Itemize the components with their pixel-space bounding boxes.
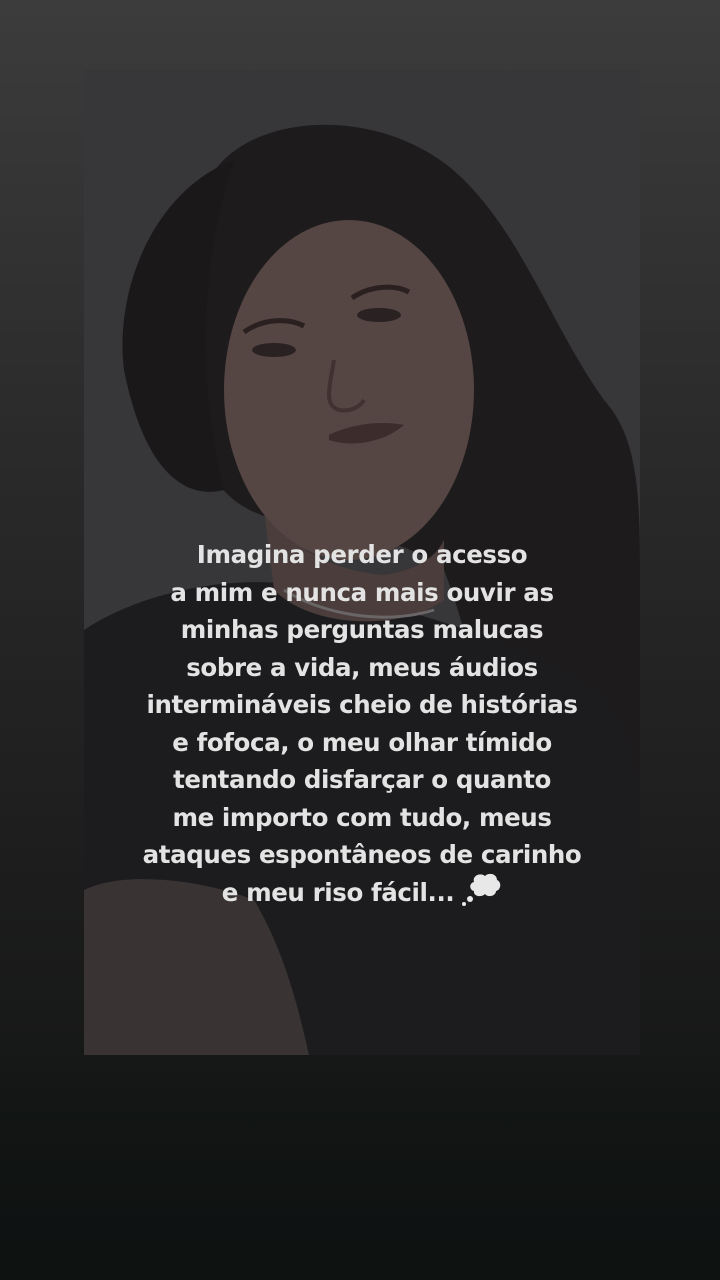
- caption-line: e fofoca, o meu olhar tímido: [172, 727, 552, 757]
- caption-line: a mim e nunca mais ouvir as: [170, 577, 554, 607]
- caption-line-last: e meu riso fácil...: [84, 872, 640, 912]
- story-caption: Imagina perder o acesso a mim e nunca ma…: [84, 536, 640, 912]
- caption-line: sobre a vida, meus áudios: [186, 652, 538, 682]
- caption-line: intermináveis cheio de histórias: [146, 690, 578, 719]
- caption-line: tentando disfarçar o quanto: [173, 765, 551, 794]
- caption-line: me importo com tudo, meus: [172, 802, 552, 832]
- caption-line: minhas perguntas malucas: [180, 615, 544, 644]
- caption-line: Imagina perder o acesso: [196, 540, 528, 569]
- bottom-fade: [0, 1055, 720, 1280]
- caption-line: ataques espontâneos de carinho: [142, 840, 582, 869]
- thought-bubble-icon: [460, 872, 502, 908]
- caption-last-text: e meu riso fácil...: [221, 877, 455, 907]
- face-shape: [224, 220, 474, 560]
